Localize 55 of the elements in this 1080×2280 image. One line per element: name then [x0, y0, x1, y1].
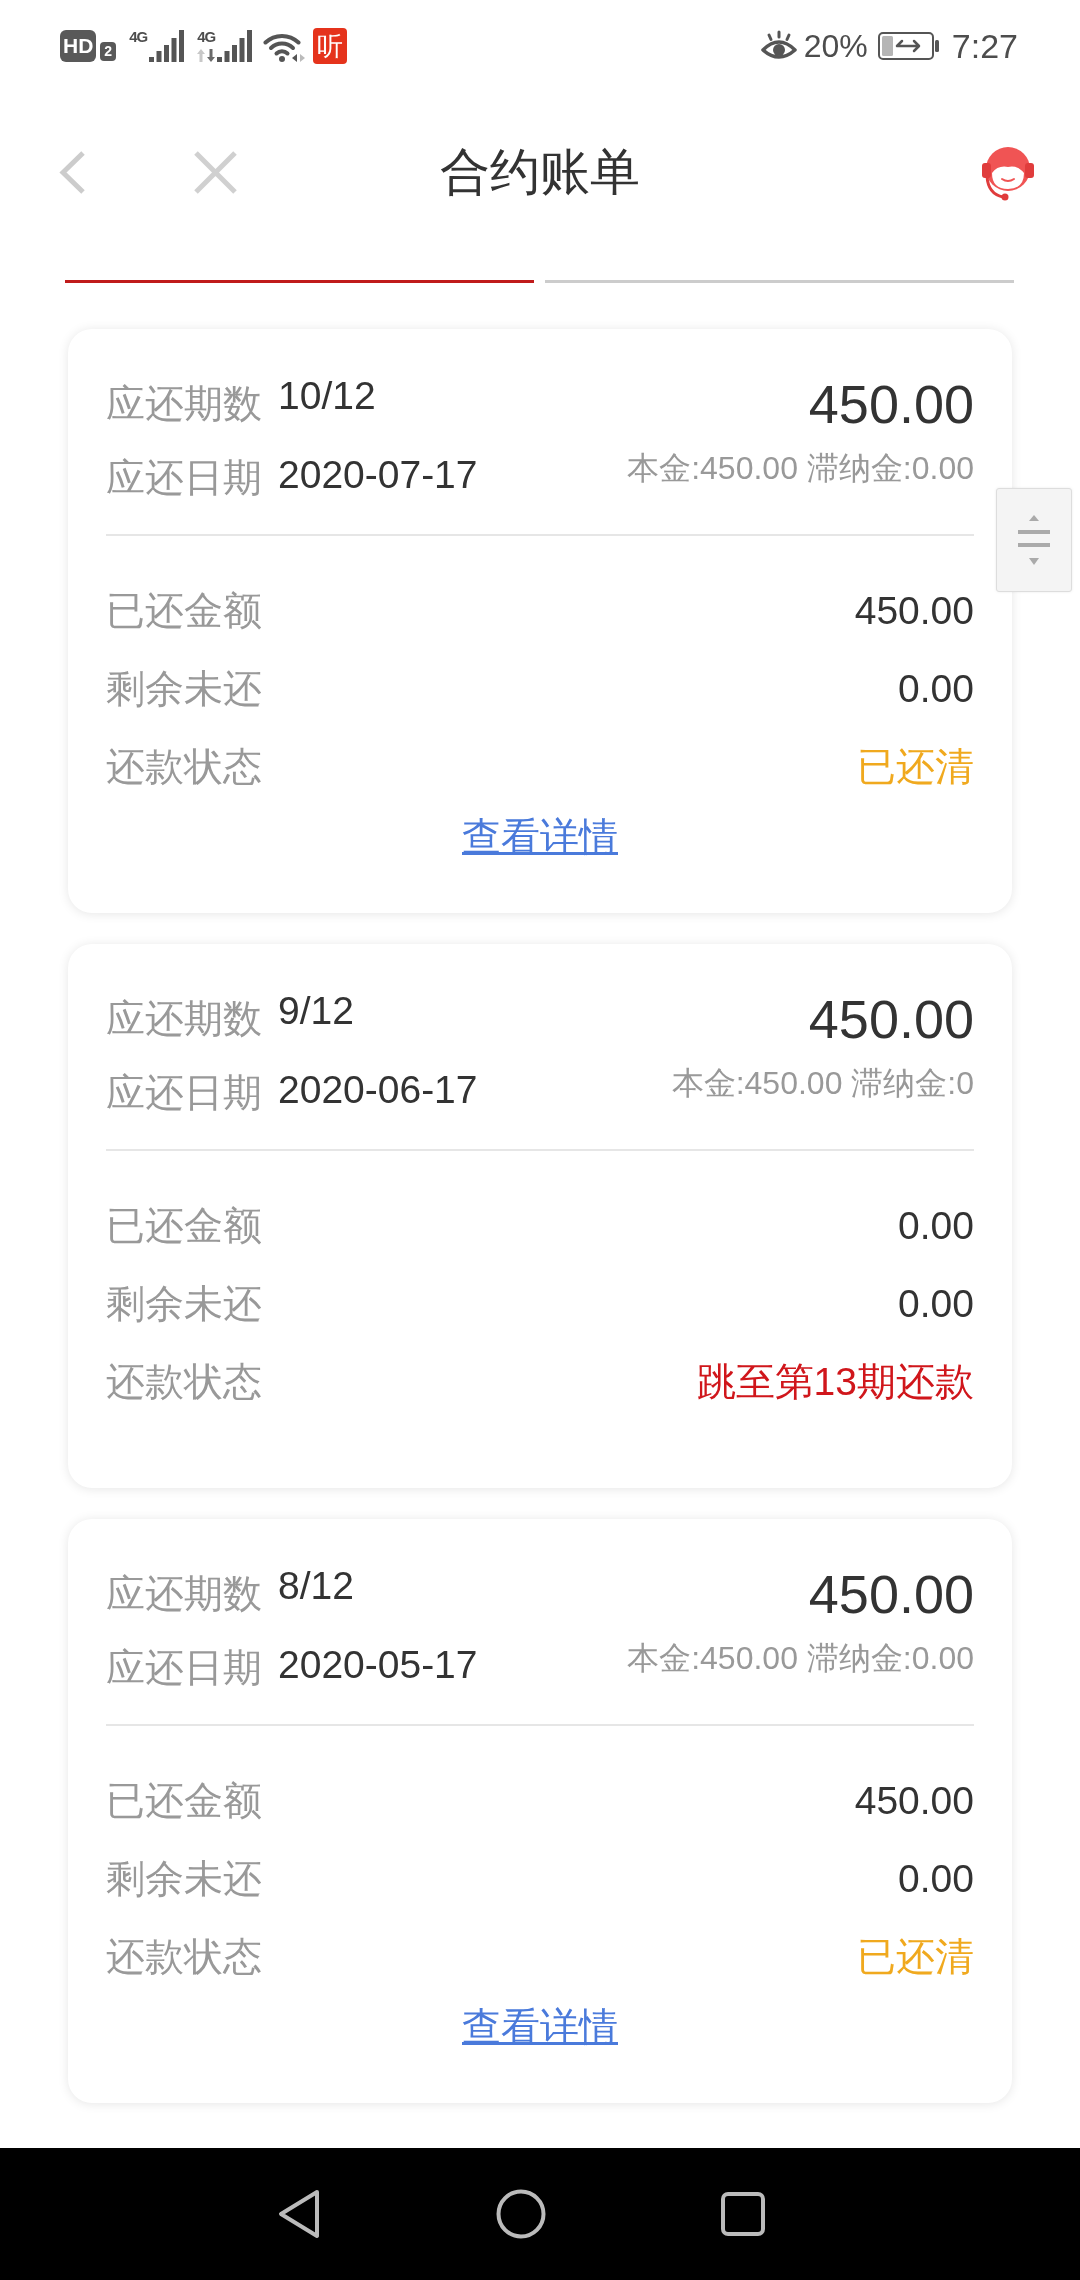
period-label: 应还期数 [106, 381, 262, 427]
detail-label: 剩余未还 [106, 666, 262, 712]
amount-due: 450.00 [808, 373, 974, 436]
scroll-handle[interactable] [996, 488, 1072, 592]
app-icon: 听 [313, 28, 348, 64]
due-date-value: 2020-07-17 [278, 452, 478, 498]
status-label: 还款状态 [106, 1359, 262, 1405]
detail-label: 已还金额 [106, 1203, 262, 1249]
repayment-status: 已还清 [857, 744, 974, 790]
amount-breakdown: 本金:450.00 滞纳金:0.00 [627, 449, 974, 488]
sim-badge: 2 [100, 41, 117, 61]
due-date-label: 应还日期 [106, 1645, 262, 1691]
hd-badge: HD [60, 30, 97, 62]
period-label: 应还期数 [106, 1571, 262, 1617]
network-type-label: 4G [129, 30, 148, 44]
battery-percentage: 20% [803, 27, 868, 66]
status-label: 还款状态 [106, 744, 262, 790]
repayment-status: 已还清 [857, 1934, 974, 1980]
detail-label: 已还金额 [106, 1778, 262, 1824]
network-type-label: 4G [197, 30, 216, 44]
detail-value: 450.00 [854, 1778, 974, 1824]
amount-due: 450.00 [808, 1563, 974, 1626]
due-date-value: 2020-06-17 [278, 1067, 478, 1113]
page-title: 合约账单 [440, 143, 640, 202]
period-value: 8/12 [278, 1563, 354, 1609]
due-date-label: 应还日期 [106, 1070, 262, 1116]
view-details-link[interactable]: 查看详情 [462, 2000, 618, 2054]
detail-value: 450.00 [854, 588, 974, 634]
detail-label: 已还金额 [106, 588, 262, 634]
eye-icon [760, 30, 797, 62]
battery-icon [877, 32, 940, 60]
detail-value: 0.00 [898, 1856, 974, 1902]
period-label: 应还期数 [106, 996, 262, 1042]
home-icon[interactable] [496, 2189, 546, 2239]
period-value: 9/12 [278, 988, 354, 1034]
repayment-status: 跳至第13期还款 [696, 1359, 974, 1405]
view-details-link[interactable]: 查看详情 [462, 810, 618, 864]
detail-label: 剩余未还 [106, 1856, 262, 1902]
signal-icon [217, 30, 253, 62]
drag-handle-icon [1018, 515, 1050, 565]
amount-breakdown: 本金:450.00 滞纳金:0.00 [627, 1639, 974, 1678]
due-date-label: 应还日期 [106, 455, 262, 501]
clock-time: 7:27 [951, 26, 1018, 66]
detail-value: 0.00 [898, 666, 974, 712]
close-icon[interactable] [193, 149, 238, 195]
detail-value: 0.00 [898, 1281, 974, 1327]
due-date-value: 2020-05-17 [278, 1642, 478, 1688]
detail-value: 0.00 [898, 1203, 974, 1249]
period-value: 10/12 [278, 373, 376, 419]
amount-due: 450.00 [808, 988, 974, 1051]
detail-label: 剩余未还 [106, 1281, 262, 1327]
status-label: 还款状态 [106, 1934, 262, 1980]
amount-breakdown: 本金:450.00 滞纳金:0 [671, 1064, 974, 1103]
recents-icon[interactable] [721, 2192, 765, 2236]
back-icon[interactable] [278, 2189, 320, 2239]
